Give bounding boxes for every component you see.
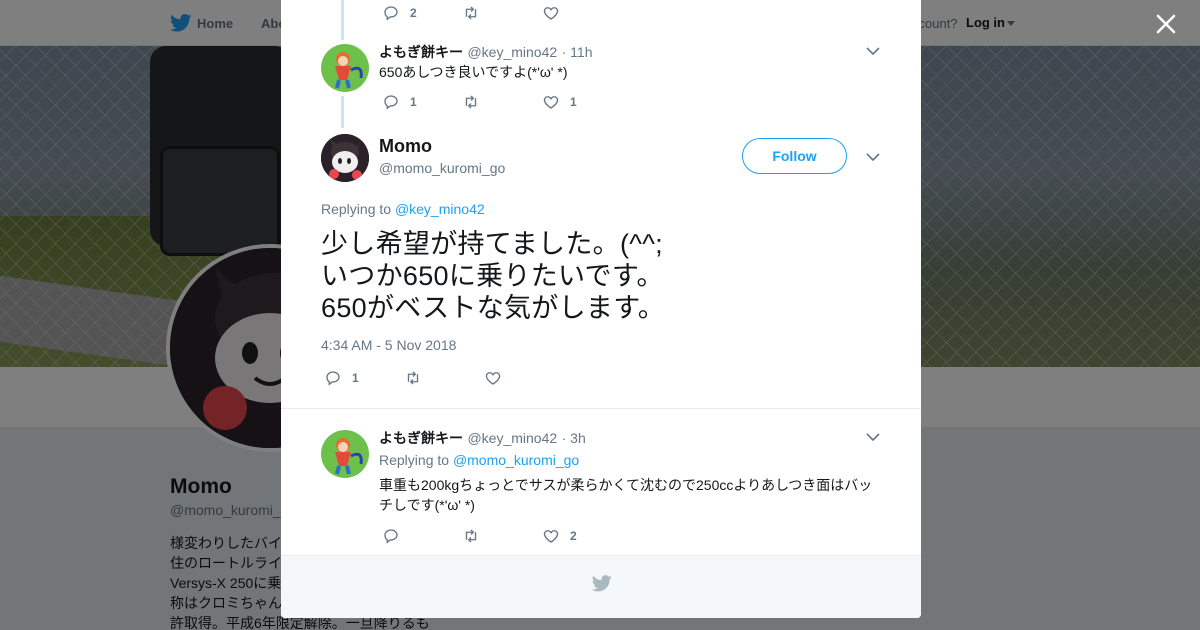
tweet-text: 650あしつき良いですよ(*'ω' *) [379,64,568,80]
author-handle[interactable]: @key_mino42 [467,430,557,446]
retweet-action[interactable] [404,369,484,387]
reply-icon [384,529,398,544]
modal-footer [281,555,921,618]
tweet-time[interactable]: · 11h [562,44,593,60]
author-name[interactable]: Momo [379,136,432,157]
reply-icon [384,6,398,21]
like-action[interactable] [542,4,622,22]
avatar[interactable] [321,430,369,478]
tweet-actions: 2 [382,527,622,545]
tweet-time[interactable]: · 3h [562,430,586,446]
tweet-permalink-modal: 2 よもぎ餅キー @key_mino42 · 11h 650あしつき良いですよ(… [281,0,921,618]
like-count: 1 [570,95,577,109]
heart-icon [543,96,559,109]
yomogi-avatar-icon [321,430,369,478]
reply-action[interactable]: 1 [382,93,462,111]
avatar[interactable] [321,44,369,92]
heart-icon [543,530,559,543]
replying-to-label: Replying to [379,452,450,468]
retweet-icon [465,6,477,20]
yomogi-avatar-icon [321,44,369,92]
like-action[interactable] [484,369,564,387]
author-handle[interactable]: @momo_kuromi_go [379,160,505,176]
reply-count: 1 [352,371,359,385]
prev-tweet-actions: 2 [382,4,622,22]
replying-to-line: Replying to @momo_kuromi_go [379,452,579,468]
thread-connector [341,0,344,40]
author-handle[interactable]: @key_mino42 [467,44,557,60]
replying-to-line: Replying to @key_mino42 [321,201,485,217]
reply-count: 2 [410,6,417,20]
tweet-text: 車重も200kgちょっとでサスが柔らかくて沈むので250ccよりあしつき面はバッ… [379,477,873,513]
tweet-header: よもぎ餅キー @key_mino42 · 11h [379,42,592,62]
retweet-action[interactable] [462,93,542,111]
thread-connector [341,96,344,128]
reply-count: 1 [410,95,417,109]
retweet-icon [407,371,419,385]
tweet-actions: 1 [324,369,564,387]
retweet-icon [465,529,477,543]
divider [281,408,921,409]
heart-icon [485,372,501,385]
author-name[interactable]: よもぎ餅キー [379,430,463,446]
author-name[interactable]: よもぎ餅キー [379,44,463,60]
tweet-timestamp[interactable]: 4:34 AM - 5 Nov 2018 [321,337,456,353]
reply-icon [384,95,398,110]
kuromi-avatar-icon [321,134,369,182]
chevron-down-icon[interactable] [866,152,880,162]
replying-to-label: Replying to [321,201,392,217]
like-count: 2 [570,529,577,543]
replying-to-link[interactable]: @key_mino42 [395,201,485,217]
chevron-down-icon[interactable] [866,46,880,56]
reply-icon [326,371,340,386]
reply-action[interactable]: 1 [324,369,404,387]
chevron-down-icon[interactable] [866,432,880,442]
close-icon[interactable] [1154,12,1178,36]
replying-to-link[interactable]: @momo_kuromi_go [453,452,579,468]
reply-action[interactable]: 2 [382,4,462,22]
like-action[interactable]: 2 [542,527,622,545]
retweet-action[interactable] [462,527,542,545]
tweet-header: よもぎ餅キー @key_mino42 · 3h [379,428,586,448]
heart-icon [543,7,559,20]
tweet-actions: 1 1 [382,93,622,111]
like-action[interactable]: 1 [542,93,622,111]
reply-action[interactable] [382,527,462,545]
retweet-action[interactable] [462,4,542,22]
follow-button[interactable]: Follow [742,138,847,174]
twitter-bird-icon [592,575,612,592]
tweet-text: 少し希望が持てました。(^^; いつか650に乗りたいです。 650がベストな気… [321,229,666,323]
avatar[interactable] [321,134,369,182]
retweet-icon [465,95,477,109]
